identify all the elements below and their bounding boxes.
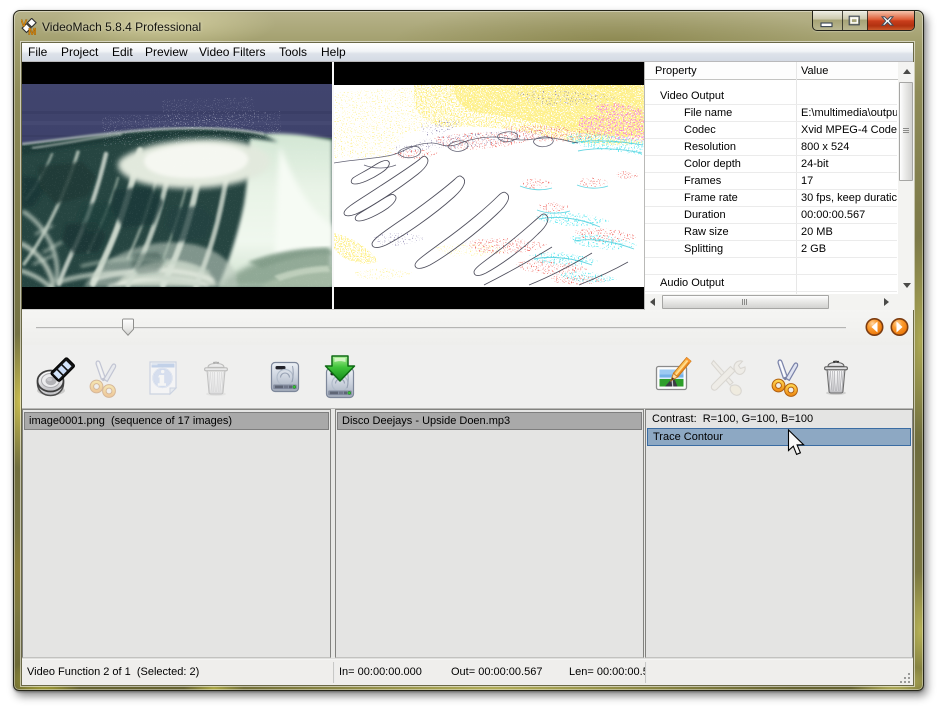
- svg-text:M: M: [28, 27, 36, 35]
- svg-text:V: V: [21, 19, 28, 30]
